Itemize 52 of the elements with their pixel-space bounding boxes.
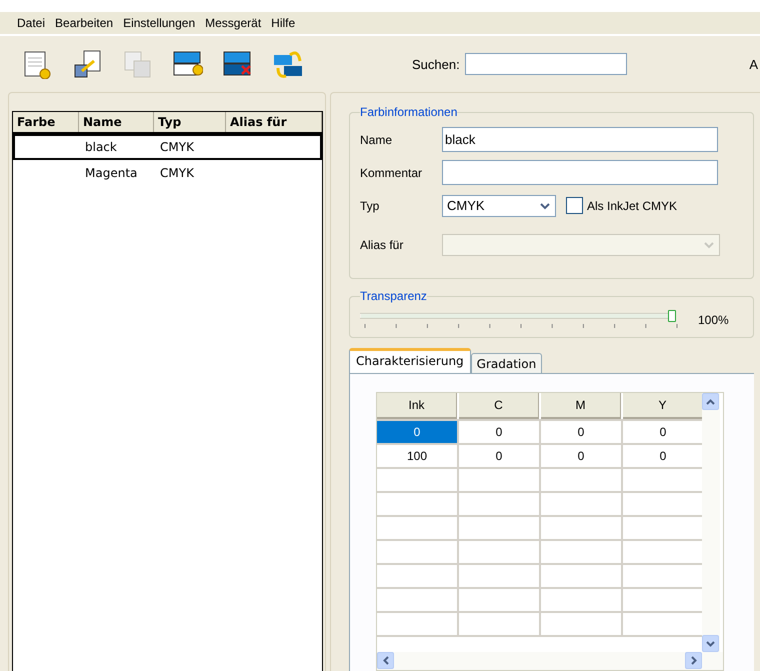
name-field[interactable]: black [442, 127, 718, 152]
column-header[interactable]: Alias für [226, 112, 322, 132]
transparency-slider[interactable] [360, 310, 676, 322]
field-label: Alias für [360, 238, 404, 252]
table-row[interactable]: black CMYK [13, 134, 322, 160]
tab[interactable]: Charakterisierung [349, 348, 471, 373]
chevron-left-icon [382, 656, 388, 665]
tab[interactable]: Gradation [470, 353, 542, 373]
field-label: Name [360, 132, 394, 146]
menu-item[interactable]: Einstellungen [123, 16, 196, 30]
group-title: Transparenz [360, 289, 427, 303]
table-cell-text: CMYK [159, 166, 195, 180]
scroll-up-button[interactable] [702, 393, 719, 410]
search-field[interactable] [464, 53, 627, 75]
column-header[interactable]: Typ [154, 112, 226, 132]
type-dropdown[interactable]: CMYK [442, 194, 556, 216]
new-document-icon [22, 49, 53, 79]
chevron-down-icon [706, 640, 715, 646]
column-header[interactable]: Y [623, 393, 702, 419]
column-header[interactable]: Name [79, 112, 154, 132]
toolbar-label: A [749, 56, 758, 72]
scroll-down-button[interactable] [702, 635, 719, 652]
inkjet-checkbox[interactable] [566, 197, 583, 214]
chevron-down-icon [703, 241, 715, 249]
menu-item[interactable]: Messgerät [205, 16, 262, 30]
field-label: Typ [360, 198, 380, 212]
column-header[interactable]: Farbe [13, 112, 79, 132]
checkbox-label: Als InkJet CMYK [587, 198, 678, 212]
comment-field[interactable] [442, 160, 718, 185]
column-header[interactable]: C [459, 393, 539, 419]
grid-cell[interactable]: 0 [377, 421, 457, 443]
group-title: Farbinformationen [360, 105, 458, 119]
table-cell-text: CMYK [159, 140, 195, 154]
column-header[interactable]: M [541, 393, 621, 419]
chevron-right-icon [690, 656, 696, 665]
field-label: Kommentar [360, 166, 424, 180]
menu-item[interactable]: Bearbeiten [55, 16, 114, 30]
table-cell-text: Magenta [84, 166, 138, 180]
column-header[interactable]: Ink [377, 393, 457, 419]
menu-item[interactable]: Datei [17, 16, 46, 30]
chevron-up-icon [706, 398, 715, 404]
copy-icon [122, 49, 153, 79]
scroll-right-button[interactable] [685, 652, 702, 669]
chevron-down-icon [539, 202, 551, 210]
scroll-left-button[interactable] [377, 652, 394, 669]
swap-icon [272, 49, 303, 79]
slider-value: 100% [698, 313, 729, 327]
table-cell-text: black [84, 140, 118, 154]
table-row[interactable]: Magenta CMYK [13, 160, 322, 186]
menu-item[interactable]: Hilfe [271, 16, 296, 30]
search-label: Suchen: [412, 56, 460, 72]
import-icon [72, 49, 103, 79]
